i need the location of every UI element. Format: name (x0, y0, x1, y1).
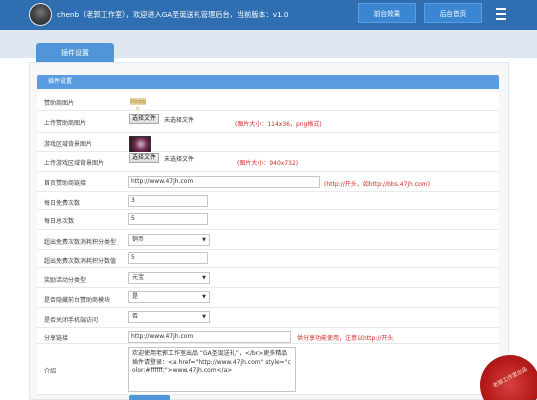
row-daily-total: 每日总次数 (37, 210, 499, 230)
row-mobile-access: 是否关闭手机端访问 (37, 308, 499, 328)
reward-type-select[interactable]: 元宝 ▼ (128, 272, 210, 284)
sponsor-image-label: 赞助商图片 (44, 100, 75, 107)
upload-game-bg-file-button[interactable]: 选择文件 (129, 153, 160, 163)
row-sponsor-image: 赞助商图片 (37, 92, 499, 111)
sponsor-image-thumbnail: 赞助商图片 (130, 98, 146, 111)
panel-title: 插件设置 (37, 75, 499, 89)
upload-sponsor-file-button[interactable]: 选择文件 (129, 114, 160, 124)
daily-total-label: 每日总次数 (44, 218, 75, 225)
home-sponsor-link-label: 首页赞助商链接 (44, 180, 87, 187)
over-type-select[interactable]: 铜币 ▼ (128, 234, 210, 246)
home-sponsor-link-input[interactable]: http://www.47jh.com (128, 176, 320, 188)
stamp-text: 老郭工作室出品 (492, 366, 529, 390)
mobile-access-label: 是否关闭手机端访问 (44, 317, 99, 324)
intro-label: 介绍 (44, 368, 57, 375)
daily-free-input[interactable]: 3 (128, 195, 208, 207)
over-type-value: 铜币 (132, 236, 145, 243)
row-reward-type: 奖励活动分类型 (37, 268, 499, 288)
upload-sponsor-file-status: 未选择文件 (164, 117, 195, 124)
game-bg-label: 游戏区域背景图片 (44, 141, 93, 148)
row-over-type: 超出免费次数消耗积分类型 (37, 230, 499, 250)
chevron-down-icon: ▼ (202, 275, 206, 281)
upload-game-bg-file-status: 未选择文件 (164, 156, 195, 163)
upload-sponsor-hint: (图片大小：114x36，png格式) (235, 121, 322, 128)
chevron-down-icon: ▼ (202, 237, 206, 243)
upload-game-bg-hint: (图片大小：940x732) (237, 160, 299, 167)
top-header-bar: chenb（老郭工作室），欢迎进入GA圣诞送礼管理后台，当前版本：v1.0 前台… (0, 0, 537, 30)
upload-game-bg-label: 上传游戏区域背景图片 (44, 160, 105, 167)
row-show-module: 是否隐藏前台赞助商模块 (37, 288, 499, 308)
reward-type-label: 奖励活动分类型 (44, 277, 87, 284)
hamburger-menu-icon[interactable] (496, 8, 506, 20)
row-daily-free: 每日免费次数 (37, 192, 499, 210)
mobile-access-value: 否 (132, 313, 139, 320)
submit-button[interactable] (129, 395, 170, 400)
upload-sponsor-label: 上传赞助商图片 (44, 120, 87, 127)
show-module-value: 是 (132, 293, 139, 300)
intro-textarea[interactable]: 欢迎使用老郭工作室出品 “GA圣诞送礼”，</br>更多精品插件请登录：<a h… (128, 347, 296, 392)
share-link-label: 分享链接 (44, 335, 69, 342)
share-link-input[interactable]: http://www.47jh.com (128, 331, 291, 343)
daily-total-input[interactable]: 5 (128, 213, 208, 225)
row-over-value: 超出免费次数消耗积分数值 (37, 250, 499, 268)
over-type-label: 超出免费次数消耗积分类型 (44, 239, 117, 246)
front-preview-button[interactable]: 前台效果 (358, 3, 416, 23)
show-module-label: 是否隐藏前台赞助商模块 (44, 297, 111, 304)
over-value-label: 超出免费次数消耗积分数值 (44, 258, 117, 265)
over-value-input[interactable]: 5 (128, 252, 208, 264)
mobile-access-select[interactable]: 否 ▼ (128, 311, 210, 323)
avatar[interactable] (29, 3, 52, 26)
share-link-hint: 供分享功能使用，注意以http://开头 (297, 335, 394, 342)
row-game-background: 游戏区域背景图片 (37, 133, 499, 152)
daily-free-label: 每日免费次数 (44, 200, 81, 207)
chevron-down-icon: ▼ (202, 314, 206, 320)
welcome-text: chenb（老郭工作室），欢迎进入GA圣诞送礼管理后台，当前版本：v1.0 (57, 10, 289, 19)
admin-home-button[interactable]: 后台首页 (424, 3, 482, 23)
reward-type-value: 元宝 (132, 274, 145, 281)
show-module-select[interactable]: 是 ▼ (128, 291, 210, 303)
home-sponsor-link-hint: (http://开头，如http://bbs.47jh.com) (324, 181, 430, 188)
chevron-down-icon: ▼ (202, 294, 206, 300)
tab-plugin-settings[interactable]: 插件设置 (36, 43, 114, 63)
